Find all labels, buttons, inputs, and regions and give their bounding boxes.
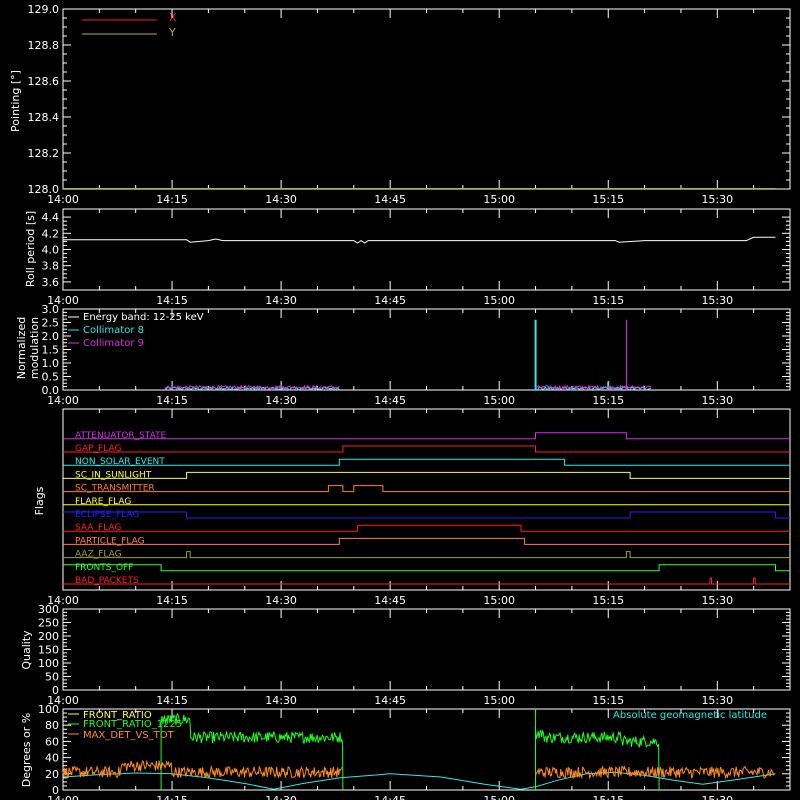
- pointing-ytick-label: 128.2: [28, 147, 60, 160]
- legend-col9-label: Collimator 9: [83, 338, 144, 349]
- pointing-xtick-label: 14:30: [265, 193, 297, 206]
- quality-xtick-label: 14:30: [265, 694, 297, 707]
- modulation-ytick-label: 1.0: [42, 357, 60, 370]
- front_ratio-xtick-label: 14:45: [374, 794, 406, 800]
- quality-ytick-label: 250: [38, 617, 59, 630]
- legend-geomag-label: Absolute geomagnetic latitude: [613, 710, 767, 721]
- flags-xtick-label: 14:45: [374, 594, 406, 607]
- front_ratio-xtick-label: 14:30: [265, 794, 297, 800]
- quality-ytick-label: 100: [38, 657, 59, 670]
- modulation-xtick-label: 14:45: [374, 394, 406, 407]
- modulation-ytick-label: 3.0: [42, 303, 60, 316]
- legend-x-label: X: [169, 11, 177, 24]
- pointing-xtick-label: 15:15: [592, 193, 624, 206]
- modulation-ytick-label: 1.5: [42, 344, 60, 357]
- roll-ytick-label: 3.6: [42, 276, 60, 289]
- quality-xtick-label: 14:45: [374, 694, 406, 707]
- modulation-ylabel-line1: Normalized: [15, 317, 28, 379]
- pointing-ytick-label: 129.0: [28, 3, 60, 16]
- roll-xtick-label: 15:15: [592, 294, 624, 307]
- modulation-ytick-label: 0.5: [42, 371, 60, 384]
- modulation-ytick-label: 2.0: [42, 330, 60, 343]
- roll-ytick-label: 4.4: [42, 211, 60, 224]
- quality-ytick-label: 0: [52, 684, 59, 697]
- legend-col8-label: Collimator 8: [83, 325, 144, 336]
- quality-xtick-label: 15:00: [483, 694, 515, 707]
- roll-xtick-label: 15:30: [701, 294, 733, 307]
- quicklook-chart: Pointing [°] X Y 14:00 14:15 14:30 14:45 15:…: [0, 0, 800, 800]
- quality-ytick-label: 200: [38, 630, 59, 643]
- front_ratio-ytick-label: 0: [52, 784, 59, 797]
- front_ratio-ytick-label: 20: [45, 768, 59, 781]
- front_ratio-ytick-label: 100: [38, 703, 59, 716]
- pointing-ylabel: Pointing [°]: [9, 70, 22, 132]
- quality-xtick-label: 14:15: [156, 694, 188, 707]
- front_ratio-xtick-label: 15:15: [592, 794, 624, 800]
- pointing-xtick-label: 14:45: [374, 193, 406, 206]
- roll-ytick-label: 3.8: [42, 260, 60, 273]
- pointing-ytick-label: 128.6: [28, 75, 60, 88]
- flags-xtick-label: 15:15: [592, 594, 624, 607]
- front_ratio-ytick-label: 60: [45, 735, 59, 748]
- front_ratio-ytick-label: 40: [45, 752, 59, 765]
- quality-ytick-label: 50: [45, 671, 59, 684]
- roll-xtick-label: 14:45: [374, 294, 406, 307]
- roll-xtick-label: 14:15: [156, 294, 188, 307]
- quality-ytick-label: 300: [38, 603, 59, 616]
- flags-xtick-label: 14:15: [156, 594, 188, 607]
- pointing-xtick-label: 15:30: [701, 193, 733, 206]
- pointing-xtick-label: 14:15: [156, 193, 188, 206]
- modulation-xtick-label: 15:00: [483, 394, 515, 407]
- modulation-xtick-label: 15:30: [701, 394, 733, 407]
- pointing-ytick-label: 128.4: [28, 111, 60, 124]
- roll-xtick-label: 15:00: [483, 294, 515, 307]
- roll-ytick-label: 4.0: [42, 244, 60, 257]
- flags-xtick-label: 14:30: [265, 594, 297, 607]
- front_ratio-xtick-label: 15:30: [701, 794, 733, 800]
- front_ratio-xtick-label: 15:00: [483, 794, 515, 800]
- roll-ytick-label: 4.2: [42, 227, 60, 240]
- flags-ylabel: Flags: [33, 486, 46, 515]
- flags-xtick-label: 15:30: [701, 594, 733, 607]
- modulation-xtick-label: 14:30: [265, 394, 297, 407]
- quality-xtick-label: 15:30: [701, 694, 733, 707]
- legend-energy-label: Energy band: 12-25 keV: [83, 312, 204, 323]
- legend-y-label: Y: [168, 26, 176, 39]
- flags-xtick-label: 15:00: [483, 594, 515, 607]
- pointing-ytick-label: 128.8: [28, 39, 60, 52]
- modulation-ytick-label: 2.5: [42, 317, 60, 330]
- roll-ylabel: Roll period [s]: [24, 211, 37, 287]
- modulation-ylabel-line2: modulation: [28, 317, 41, 379]
- roll-xtick-label: 14:30: [265, 294, 297, 307]
- quality-ytick-label: 150: [38, 644, 59, 657]
- front_ratio-xtick-label: 14:15: [156, 794, 188, 800]
- front_ratio-ytick-label: 80: [45, 719, 59, 732]
- modulation-xtick-label: 15:15: [592, 394, 624, 407]
- front-ratio-ylabel: Degrees or %: [20, 713, 33, 787]
- modulation-xtick-label: 14:15: [156, 394, 188, 407]
- pointing-ytick-label: 128.0: [28, 183, 60, 196]
- pointing-xtick-label: 15:00: [483, 193, 515, 206]
- quality-xtick-label: 15:15: [592, 694, 624, 707]
- quality-ylabel: Quality: [20, 630, 33, 670]
- modulation-ytick-label: 0.0: [42, 384, 60, 397]
